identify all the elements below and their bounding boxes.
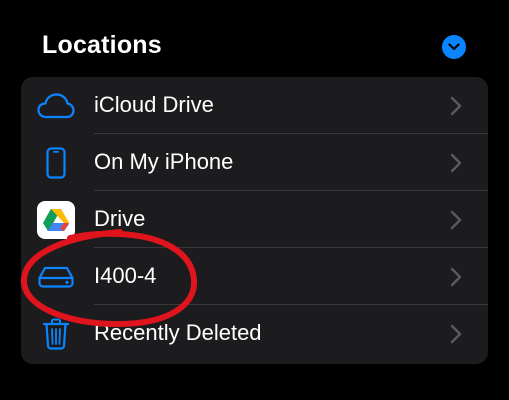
locations-section-header: Locations: [0, 0, 509, 78]
chevron-down-icon: [448, 43, 460, 51]
google-drive-logo: [37, 201, 75, 239]
cloud-icon: [35, 85, 77, 127]
iphone-icon: [35, 142, 77, 184]
chevron-right-icon: [450, 324, 462, 344]
chevron-right-icon: [450, 153, 462, 173]
external-drive-icon: [35, 256, 77, 298]
chevron-right-icon: [450, 267, 462, 287]
locations-list: iCloud Drive On My iPhone Drive I400-4 R…: [21, 77, 488, 364]
collapse-section-button[interactable]: [442, 35, 466, 59]
location-label: Drive: [94, 206, 146, 231]
location-label: Recently Deleted: [94, 320, 262, 345]
location-row-drive[interactable]: Drive: [21, 191, 488, 248]
location-row-recently-deleted[interactable]: Recently Deleted: [21, 305, 488, 362]
section-title: Locations: [42, 31, 162, 59]
location-row-on-my-iphone[interactable]: On My iPhone: [21, 134, 488, 191]
chevron-right-icon: [450, 96, 462, 116]
location-label: On My iPhone: [94, 149, 234, 174]
location-label: I400-4: [94, 263, 157, 288]
location-label: iCloud Drive: [94, 92, 214, 117]
google-drive-logo-wrap: [35, 199, 77, 241]
files-browse-screen: Locations iCloud Drive On My iPhone Driv…: [0, 0, 509, 400]
trash-icon: [35, 313, 77, 355]
location-row-i400-4[interactable]: I400-4: [21, 248, 488, 305]
location-row-icloud-drive[interactable]: iCloud Drive: [21, 77, 488, 134]
chevron-right-icon: [450, 210, 462, 230]
